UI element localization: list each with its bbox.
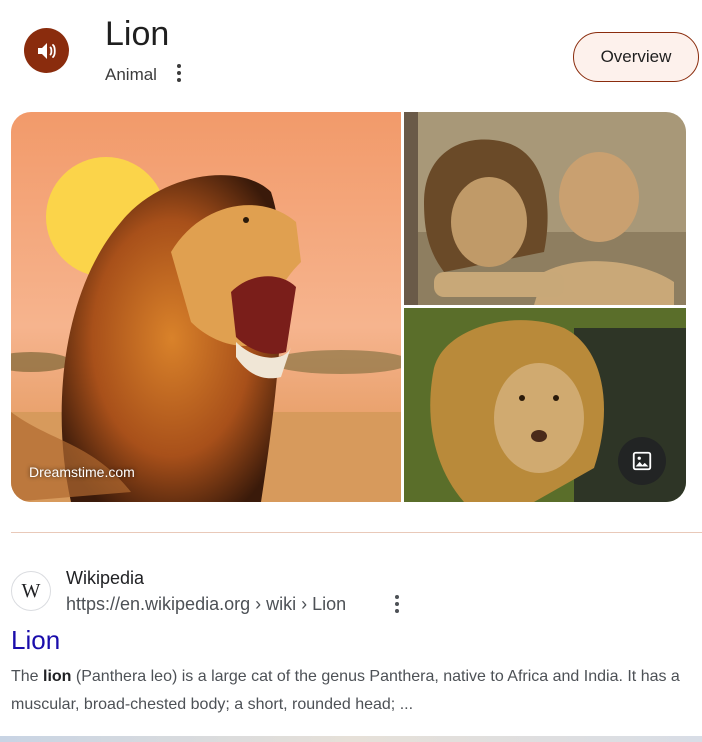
section-divider — [11, 532, 702, 533]
result-site-name[interactable]: Wikipedia — [66, 567, 144, 589]
image-gallery: Dreamstime.com — [11, 112, 686, 502]
wikipedia-favicon-icon[interactable]: W — [11, 571, 51, 611]
bottom-edge — [0, 736, 702, 742]
result-url[interactable]: https://en.wikipedia.org › wiki › Lion — [66, 593, 346, 615]
entity-title: Lion — [105, 15, 170, 53]
pronounce-button[interactable] — [24, 28, 69, 73]
entity-subtitle: Animal — [105, 65, 157, 84]
overview-button[interactable]: Overview — [573, 32, 699, 82]
image-icon — [632, 451, 652, 471]
result-snippet: The lion (Panthera leo) is a large cat o… — [11, 663, 696, 719]
snippet-highlight: lion — [43, 668, 72, 685]
speaker-icon — [37, 42, 56, 59]
lion-pair-image[interactable] — [404, 112, 686, 305]
result-more-options-icon[interactable] — [389, 593, 405, 615]
result-title-link[interactable]: Lion — [11, 625, 60, 655]
snippet-text-end: (Panthera leo) is a large cat of the gen… — [11, 668, 680, 713]
image-source-label: Dreamstime.com — [29, 464, 135, 480]
snippet-text-start: The — [11, 668, 44, 685]
more-images-button[interactable] — [618, 437, 666, 485]
entity-header: Lion Animal Overview — [0, 0, 702, 100]
more-options-icon[interactable] — [170, 62, 188, 84]
lion-roaring-image[interactable] — [11, 112, 401, 502]
